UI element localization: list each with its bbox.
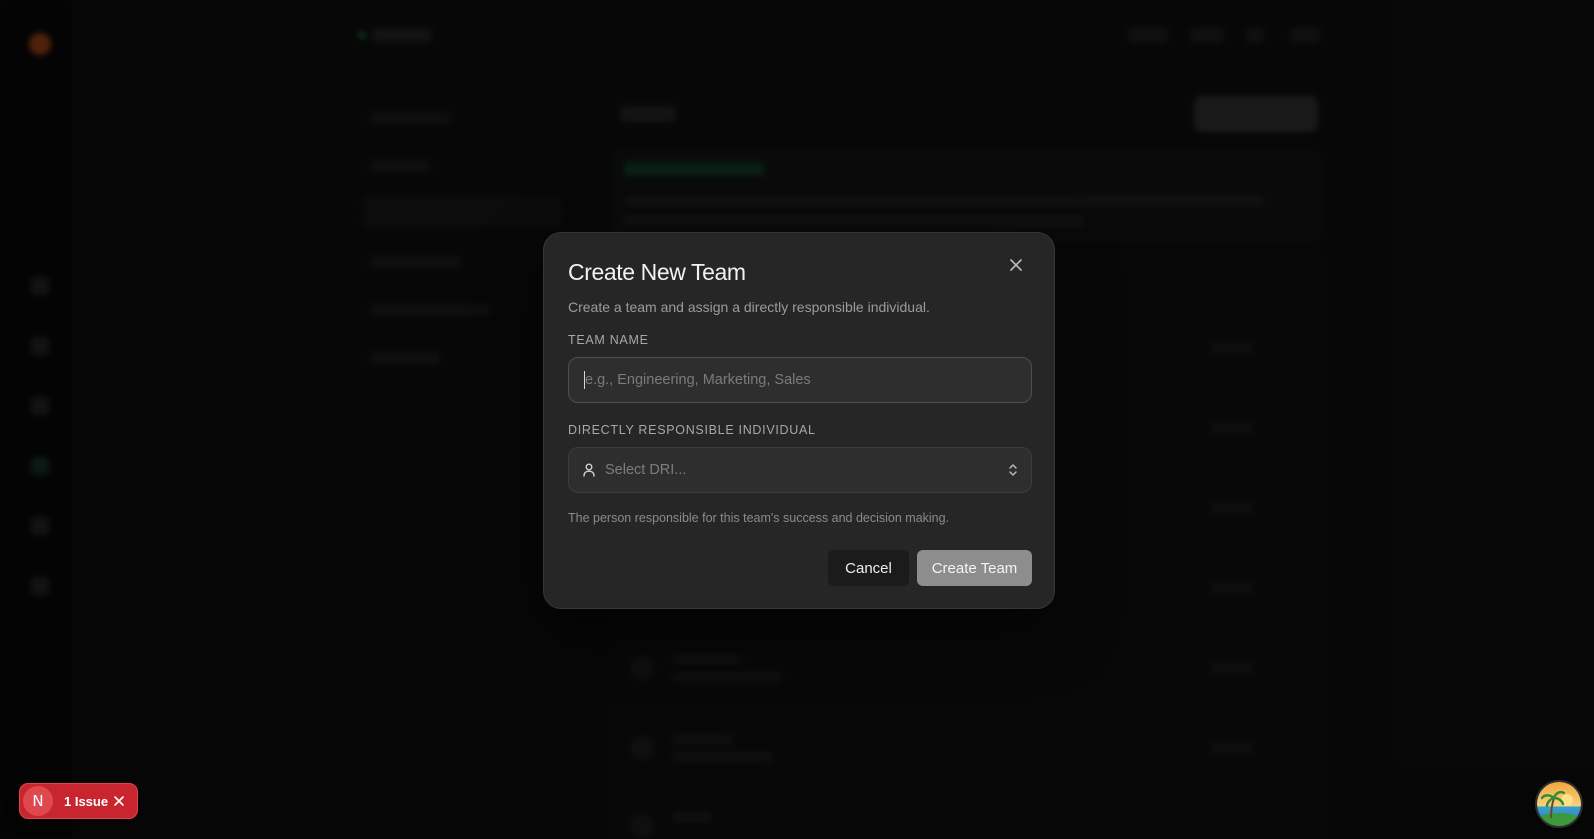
assistant-avatar[interactable] — [1535, 780, 1583, 828]
issue-count[interactable]: 1 Issue — [64, 794, 108, 809]
dialog-title: Create New Team — [568, 259, 746, 285]
dri-label: DIRECTLY RESPONSIBLE INDIVIDUAL — [568, 423, 816, 437]
dri-select[interactable]: Select DRI... — [568, 447, 1032, 493]
team-name-label: TEAM NAME — [568, 333, 649, 347]
dri-helper-text: The person responsible for this team's s… — [568, 511, 950, 525]
close-icon[interactable] — [112, 794, 126, 808]
text-caret — [584, 371, 585, 389]
issues-badge[interactable]: N 1 Issue — [19, 783, 138, 819]
cancel-button[interactable]: Cancel — [828, 550, 909, 586]
chevron-up-down-icon — [1009, 464, 1017, 476]
close-button[interactable] — [1004, 253, 1028, 277]
team-name-input[interactable] — [568, 357, 1032, 403]
close-icon — [1010, 259, 1022, 271]
beach-avatar-icon — [1537, 782, 1581, 826]
dialog-description: Create a team and assign a directly resp… — [568, 299, 930, 315]
dri-select-placeholder: Select DRI... — [605, 462, 687, 478]
create-team-dialog: Create New Team Create a team and assign… — [543, 232, 1055, 609]
framework-logo-icon: N — [23, 786, 53, 816]
app-window: Create New Team Create a team and assign… — [0, 0, 1594, 839]
user-icon — [583, 463, 595, 477]
create-team-button[interactable]: Create Team — [917, 550, 1032, 586]
